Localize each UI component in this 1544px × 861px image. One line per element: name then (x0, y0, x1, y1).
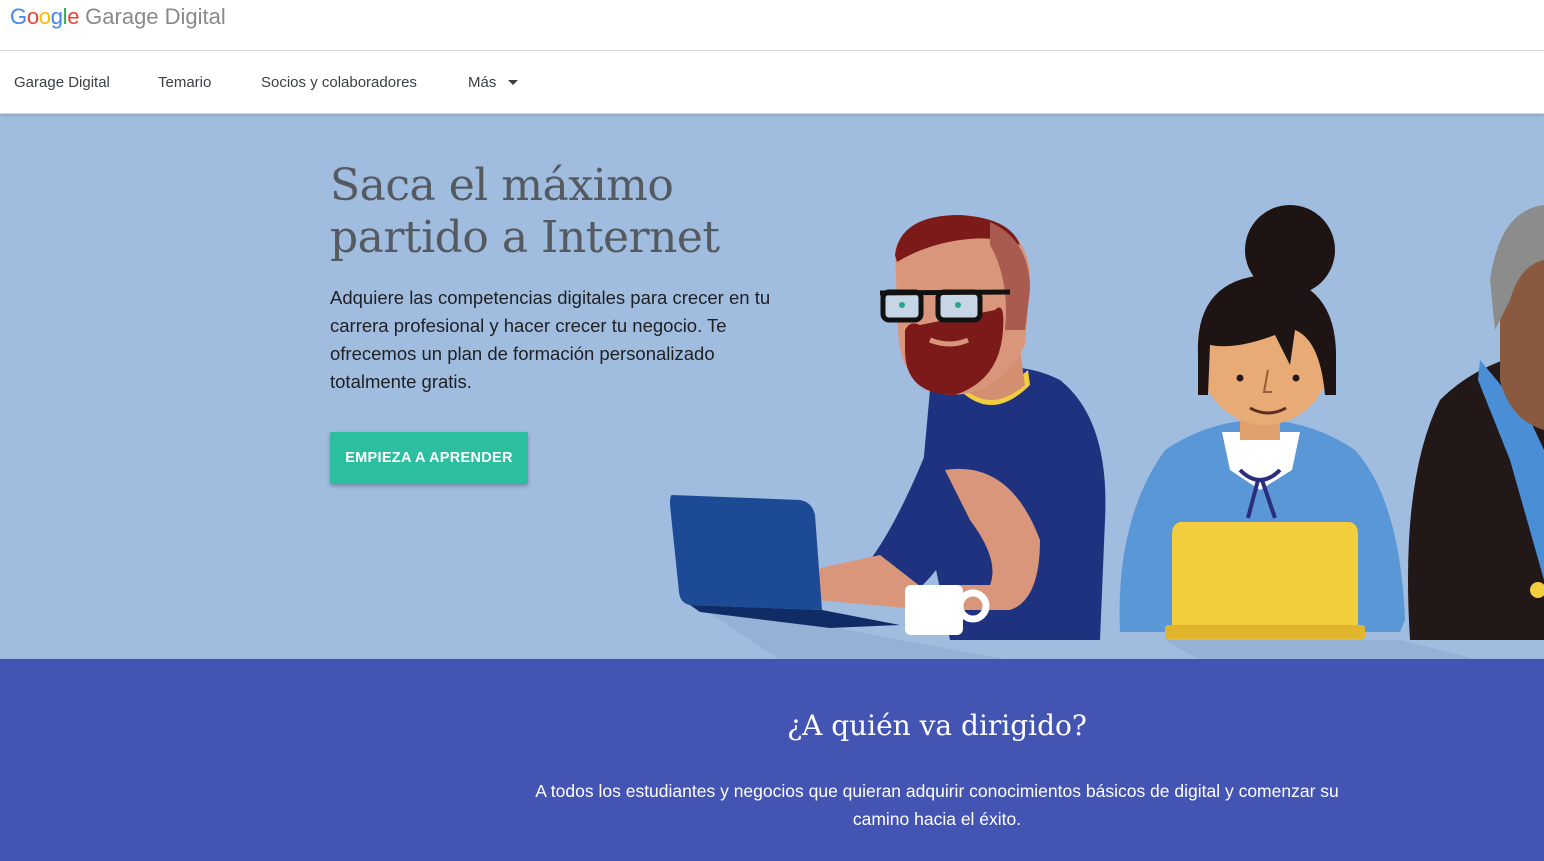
top-bar: Google Garage Digital (0, 0, 1544, 51)
google-garage-digital-logo[interactable]: Google Garage Digital (10, 4, 226, 30)
audience-section: ¿A quién va dirigido? A todos los estudi… (0, 659, 1544, 861)
nav-item-mas[interactable]: Más (468, 74, 519, 91)
man-with-glasses (670, 215, 1106, 640)
chevron-down-icon (508, 79, 519, 85)
woman-with-bun (1119, 205, 1405, 639)
hero-section: Saca el máximo partido a Internet Adquie… (0, 114, 1544, 659)
nav-item-temario[interactable]: Temario (158, 74, 211, 91)
yellow-laptop (1172, 522, 1358, 625)
hero-title-line1: Saca el máximo (330, 160, 674, 211)
product-name: Garage Digital (85, 4, 226, 29)
laptop-shadow-2 (1165, 640, 1476, 659)
nav-item-garage-digital[interactable]: Garage Digital (14, 74, 110, 91)
learners-illustration (670, 205, 1544, 659)
google-wordmark: Google (10, 4, 80, 29)
coffee-mug (905, 585, 963, 635)
start-learning-button[interactable]: EMPIEZA A APRENDER (330, 432, 528, 484)
main-navigation: Garage Digital Temario Socios y colabora… (0, 51, 1544, 113)
nav-item-socios[interactable]: Socios y colaboradores (261, 74, 417, 91)
nav-item-mas-label: Más (468, 74, 497, 91)
older-man (1408, 205, 1544, 640)
audience-title: ¿A quién va dirigido? (787, 709, 1087, 742)
audience-description: A todos los estudiantes y negocios que q… (535, 781, 1339, 829)
